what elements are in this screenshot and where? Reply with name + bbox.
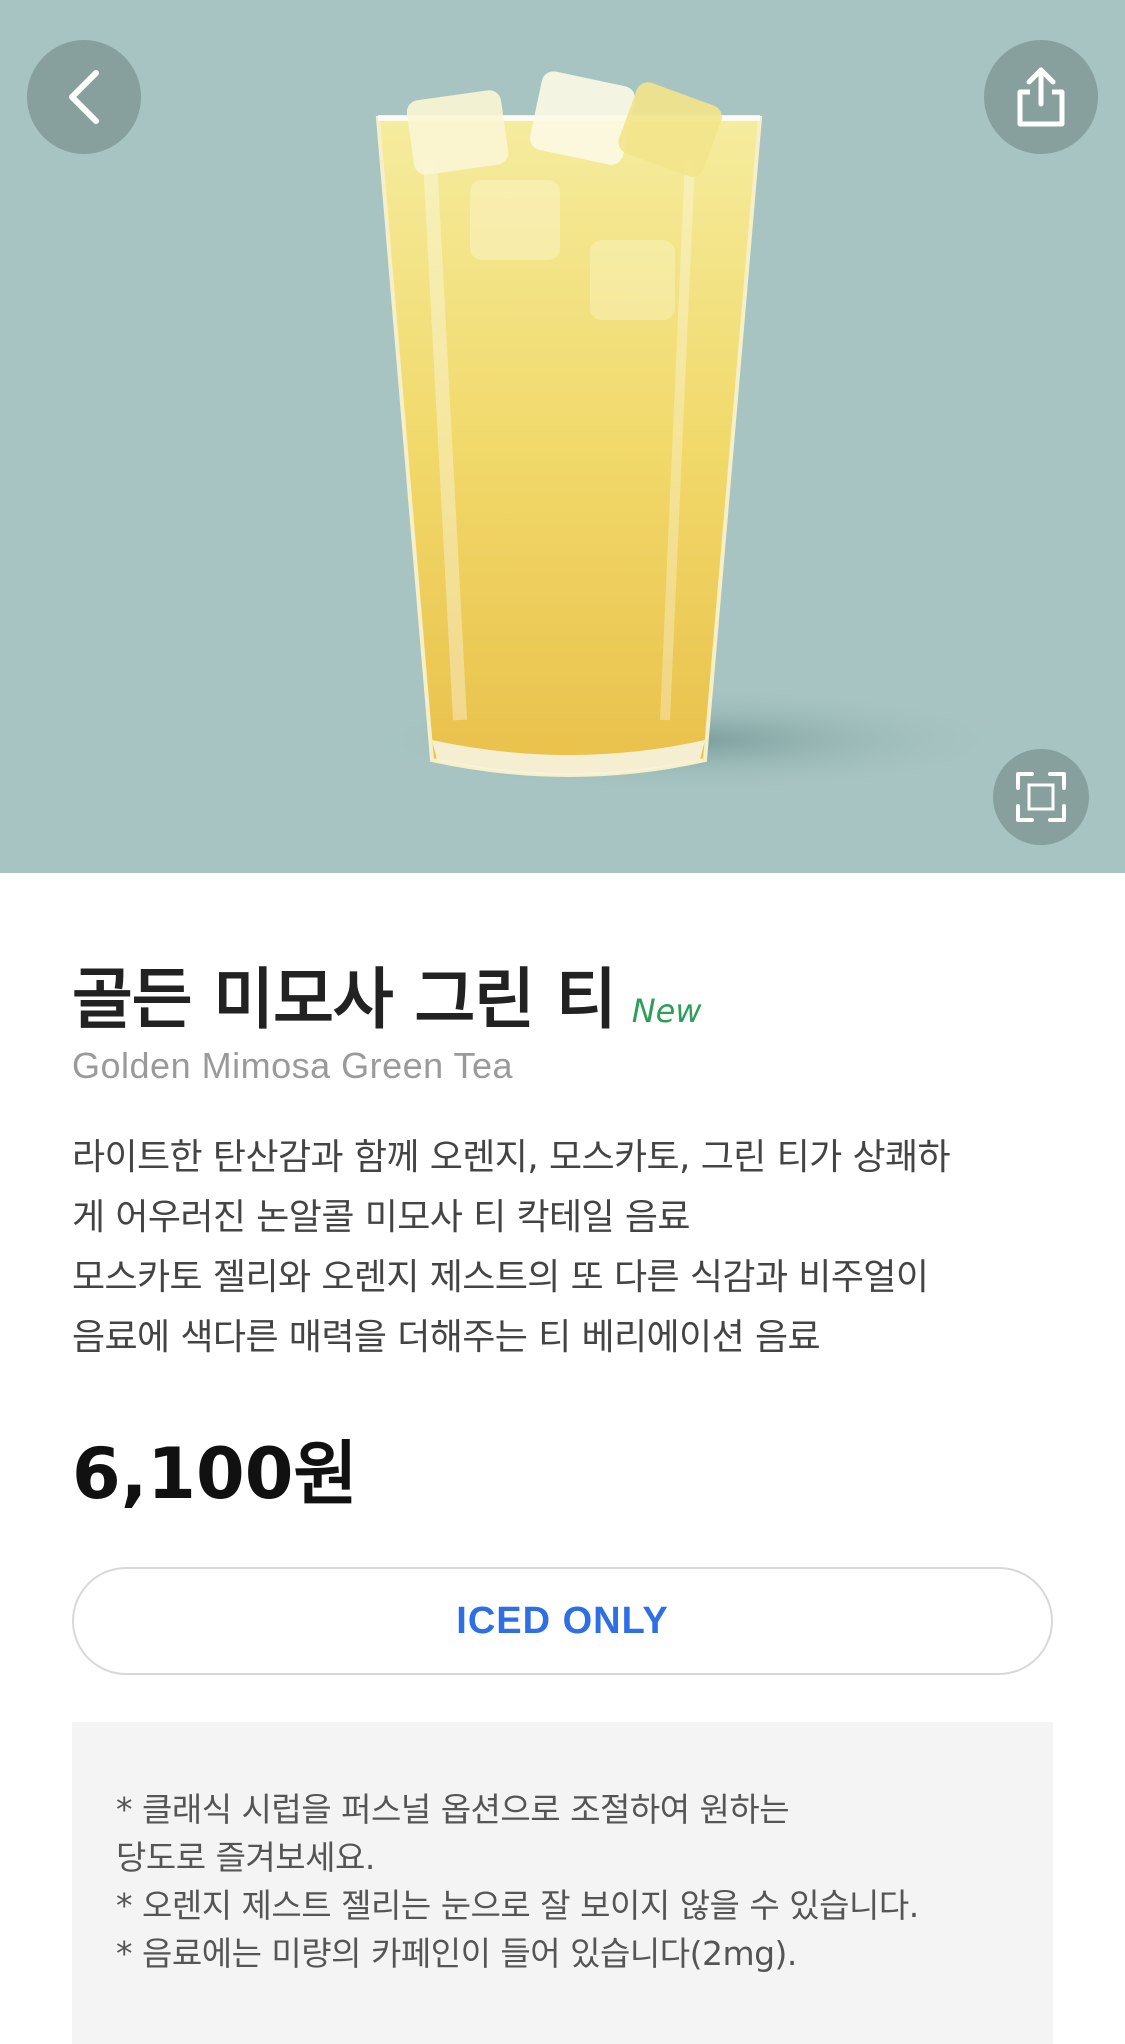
product-hero-image (0, 0, 1125, 873)
notice-line: * 오렌지 제스트 젤리는 눈으로 잘 보이지 않을 수 있습니다. (116, 1886, 919, 1925)
description-line: 음료에 색다른 매력을 더해주는 티 베리에이션 음료 (72, 1317, 821, 1358)
notice-box: * 클래식 시럽을 퍼스널 옵션으로 조절하여 원하는 당도로 즐겨보세요. *… (72, 1722, 1053, 2044)
new-badge: New (631, 992, 702, 1030)
back-button[interactable] (27, 40, 141, 154)
share-icon (1017, 67, 1065, 127)
iced-drink-image (360, 71, 1020, 795)
notice-line: 당도로 즐겨보세요. (116, 1838, 375, 1877)
share-button[interactable] (984, 40, 1098, 154)
chevron-left-icon (69, 70, 99, 124)
product-price: 6,100원 (72, 1433, 358, 1515)
title-row: 골든 미모사 그린 티 New (72, 946, 702, 1042)
product-title: 골든 미모사 그린 티 (72, 961, 617, 1038)
notice-line: * 클래식 시럽을 퍼스널 옵션으로 조절하여 원하는 (116, 1790, 790, 1829)
expand-image-button[interactable] (993, 749, 1089, 845)
description-line: 모스카토 젤리와 오렌지 제스트의 또 다른 식감과 비주얼이 (72, 1257, 929, 1298)
product-description: 라이트한 탄산감과 함께 오렌지, 모스카토, 그린 티가 상쾌하 게 어우러진… (72, 1128, 1053, 1368)
product-english-name: Golden Mimosa Green Tea (72, 1045, 514, 1086)
iced-only-option[interactable]: ICED ONLY (72, 1567, 1053, 1675)
description-line: 게 어우러진 논알콜 미모사 티 칵테일 음료 (72, 1197, 691, 1238)
description-line: 라이트한 탄산감과 함께 오렌지, 모스카토, 그린 티가 상쾌하 (72, 1137, 951, 1178)
notice-line: * 음료에는 미량의 카페인이 들어 있습니다(2mg). (116, 1934, 797, 1973)
expand-icon (1016, 772, 1066, 822)
